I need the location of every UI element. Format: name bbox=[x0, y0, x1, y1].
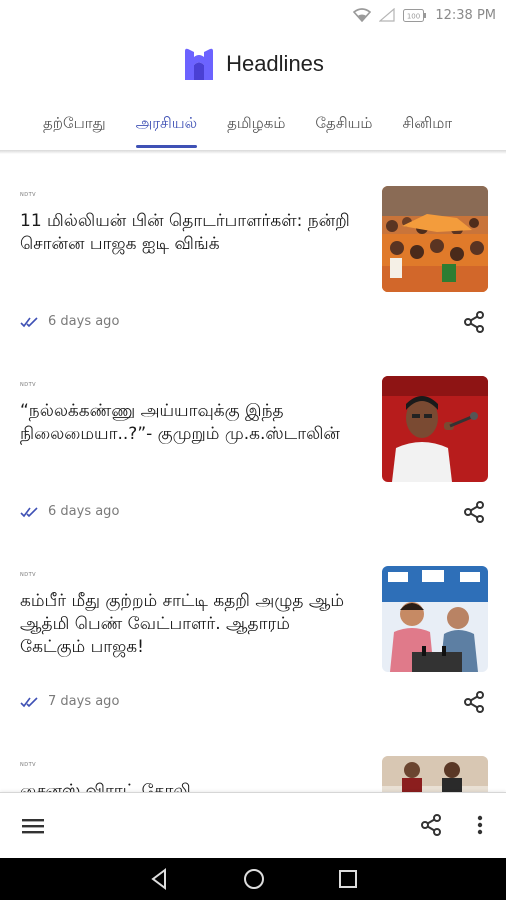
source-label: NDTV bbox=[20, 762, 37, 768]
share-icon[interactable] bbox=[462, 690, 486, 714]
bottom-app-bar bbox=[0, 792, 506, 858]
double-check-icon bbox=[20, 696, 38, 707]
source-label: NDTV bbox=[20, 382, 37, 388]
thumbnail-image[interactable] bbox=[382, 186, 488, 292]
more-options-icon[interactable] bbox=[472, 813, 488, 837]
app-title: Headlines bbox=[226, 51, 324, 76]
source-label: NDTV bbox=[20, 572, 37, 578]
double-check-icon bbox=[20, 506, 38, 517]
status-bar: 100 12:38 PM bbox=[0, 0, 506, 30]
double-check-icon bbox=[20, 316, 38, 327]
menu-icon[interactable] bbox=[22, 815, 46, 837]
back-icon[interactable] bbox=[148, 867, 172, 891]
timestamp: 6 days ago bbox=[48, 504, 120, 519]
battery-level: 100 bbox=[407, 12, 420, 20]
wifi-icon bbox=[353, 8, 372, 22]
headline-text[interactable]: சைனஸ் விராட் கோலி... bbox=[20, 780, 360, 792]
thumbnail-image[interactable] bbox=[382, 756, 488, 792]
news-card[interactable]: NDTV “நல்லக்கண்ணு அய்யாவுக்கு இந்த நிலைம… bbox=[0, 344, 506, 534]
clock: 12:38 PM bbox=[435, 7, 496, 23]
source-label: NDTV bbox=[20, 192, 37, 198]
share-icon[interactable] bbox=[462, 500, 486, 524]
headline-text[interactable]: கம்பீர் மீது குற்றம் சாட்டி கதறி அழுத ஆம… bbox=[20, 590, 360, 659]
recent-apps-icon[interactable] bbox=[336, 867, 360, 891]
category-tabs: தற்போது அரசியல் தமிழகம் தேசியம் சினிமா bbox=[0, 98, 506, 150]
tab-tamilnadu[interactable]: தமிழகம் bbox=[227, 98, 285, 150]
thumbnail-image[interactable] bbox=[382, 566, 488, 672]
share-icon[interactable] bbox=[462, 310, 486, 334]
battery-icon: 100 bbox=[403, 8, 427, 22]
app-logo-icon bbox=[185, 48, 214, 80]
news-card[interactable]: NDTV கம்பீர் மீது குற்றம் சாட்டி கதறி அழ… bbox=[0, 534, 506, 724]
news-card[interactable]: NDTV சைனஸ் விராட் கோலி... bbox=[0, 724, 506, 792]
timestamp: 6 days ago bbox=[48, 314, 120, 329]
app-header: Headlines bbox=[0, 30, 506, 98]
headline-text[interactable]: 11 மில்லியன் பின் தொடர்பாளர்கள்: நன்றி ச… bbox=[20, 210, 360, 256]
home-icon[interactable] bbox=[242, 867, 266, 891]
tab-cinema[interactable]: சினிமா bbox=[403, 98, 453, 150]
share-icon[interactable] bbox=[419, 813, 443, 837]
timestamp: 7 days ago bbox=[48, 694, 120, 709]
news-card[interactable]: NDTV 11 மில்லியன் பின் தொடர்பாளர்கள்: நன… bbox=[0, 154, 506, 344]
thumbnail-image[interactable] bbox=[382, 376, 488, 482]
article-meta: 6 days ago bbox=[20, 504, 119, 519]
article-meta: 6 days ago bbox=[20, 314, 119, 329]
system-navigation-bar bbox=[0, 858, 506, 900]
tab-current[interactable]: தற்போது bbox=[43, 98, 106, 150]
tab-national[interactable]: தேசியம் bbox=[315, 98, 372, 150]
article-meta: 7 days ago bbox=[20, 694, 119, 709]
headline-text[interactable]: “நல்லக்கண்ணு அய்யாவுக்கு இந்த நிலைமையா..… bbox=[20, 400, 360, 446]
tab-politics[interactable]: அரசியல் bbox=[135, 98, 198, 150]
signal-icon bbox=[379, 8, 395, 22]
news-feed[interactable]: NDTV 11 மில்லியன் பின் தொடர்பாளர்கள்: நன… bbox=[0, 154, 506, 792]
